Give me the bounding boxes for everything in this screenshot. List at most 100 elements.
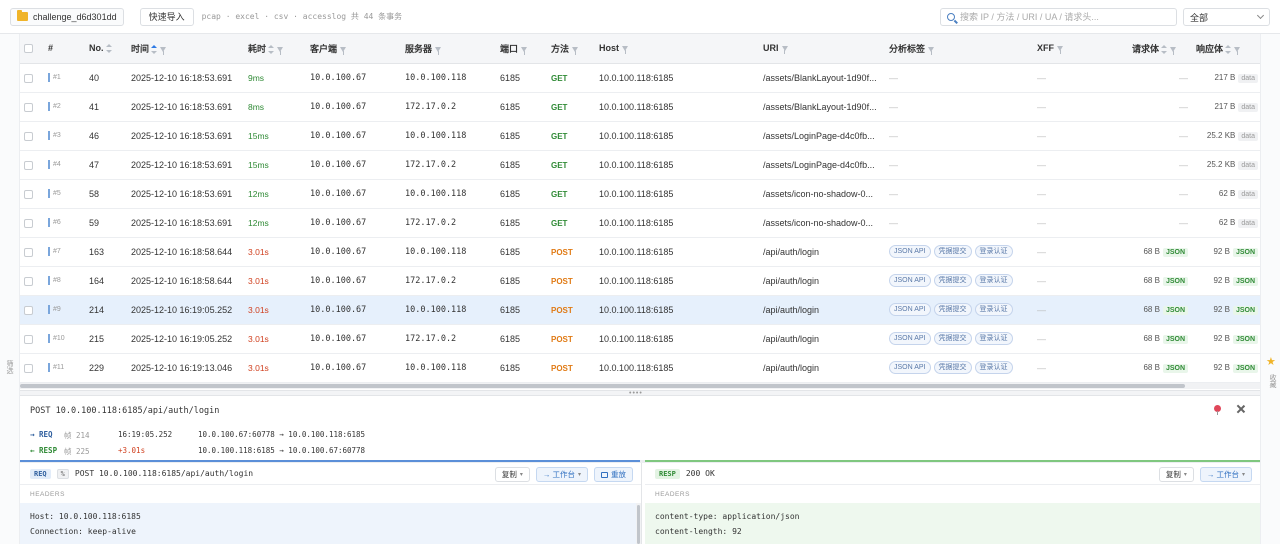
filter-select[interactable]: 全部 xyxy=(1183,8,1270,26)
resp-type-chip[interactable]: data xyxy=(1238,190,1258,199)
resp-type-chip[interactable]: JSON xyxy=(1232,277,1258,286)
resp-type-chip[interactable]: JSON xyxy=(1232,306,1258,315)
header-host[interactable]: Host xyxy=(595,34,759,64)
table-row[interactable]: #3 46 2025-12-10 16:18:53.691 15ms 10.0.… xyxy=(20,121,1260,151)
header-server[interactable]: 服务器 xyxy=(401,34,496,64)
req-workbench-button[interactable]: → 工作台 ▾ xyxy=(535,467,588,482)
filter-icon[interactable] xyxy=(1170,46,1177,55)
analysis-tag[interactable]: JSON API xyxy=(889,361,931,374)
header-resp-body[interactable]: 响应体 xyxy=(1192,34,1260,64)
header-select-all[interactable] xyxy=(20,34,44,64)
pin-icon[interactable] xyxy=(1214,405,1221,415)
row-checkbox[interactable] xyxy=(24,218,33,228)
analysis-tag[interactable]: JSON API xyxy=(889,332,931,345)
row-select-cell[interactable] xyxy=(20,92,44,122)
resp-type-chip[interactable]: data xyxy=(1238,219,1258,228)
header-port[interactable]: 端口 xyxy=(496,34,547,64)
analysis-tag[interactable]: 登录认证 xyxy=(974,303,1013,316)
row-checkbox[interactable] xyxy=(24,247,33,257)
header-time[interactable]: 时间 xyxy=(127,34,244,64)
header-xff[interactable]: XFF xyxy=(1033,34,1128,64)
resp-type-chip[interactable]: data xyxy=(1238,74,1258,83)
table-row[interactable]: #4 47 2025-12-10 16:18:53.691 15ms 10.0.… xyxy=(20,150,1260,180)
req-type-chip[interactable]: JSON xyxy=(1162,335,1188,344)
analysis-tag[interactable]: 凭据提交 xyxy=(933,274,972,287)
row-checkbox[interactable] xyxy=(24,334,33,344)
filter-icon[interactable] xyxy=(572,46,579,55)
header-uri[interactable]: URI xyxy=(759,34,885,64)
search-input[interactable] xyxy=(960,12,1160,22)
row-checkbox[interactable] xyxy=(24,102,33,112)
analysis-tag[interactable]: 凭据提交 xyxy=(933,303,972,316)
header-req-body[interactable]: 请求体 xyxy=(1128,34,1192,64)
sort-icon[interactable] xyxy=(268,44,275,54)
table-row[interactable]: #11 229 2025-12-10 16:19:13.046 3.01s 10… xyxy=(20,353,1260,383)
filter-icon[interactable] xyxy=(781,46,788,55)
filter-icon[interactable] xyxy=(928,46,935,55)
quick-import-button[interactable]: 快速导入 xyxy=(139,7,194,26)
row-select-cell[interactable] xyxy=(20,295,44,325)
table-row[interactable]: #5 58 2025-12-10 16:18:53.691 12ms 10.0.… xyxy=(20,179,1260,209)
req-copy-button[interactable]: 复制 ▾ xyxy=(494,467,530,482)
header-tags[interactable]: 分析标签 xyxy=(885,34,1033,64)
replay-button[interactable]: 重放 xyxy=(594,467,633,482)
filter-icon[interactable] xyxy=(435,46,442,55)
resp-type-chip[interactable]: JSON xyxy=(1232,364,1258,373)
scrollbar-thumb[interactable] xyxy=(637,505,640,544)
header-client[interactable]: 客户端 xyxy=(306,34,401,64)
request-scrollbar[interactable] xyxy=(636,503,641,544)
filter-icon[interactable] xyxy=(277,46,284,55)
table-row[interactable]: #9 214 2025-12-10 16:19:05.252 3.01s 10.… xyxy=(20,295,1260,325)
filter-icon[interactable] xyxy=(1057,46,1063,55)
sort-icon[interactable] xyxy=(151,44,158,54)
row-select-cell[interactable] xyxy=(20,237,44,267)
resp-type-chip[interactable]: data xyxy=(1238,132,1258,141)
header-duration[interactable]: 耗时 xyxy=(244,34,306,64)
row-select-cell[interactable] xyxy=(20,150,44,180)
drag-handle-icon[interactable]: •••• xyxy=(629,390,643,397)
row-checkbox[interactable] xyxy=(24,160,33,170)
filter-icon[interactable] xyxy=(340,46,347,55)
req-type-chip[interactable]: JSON xyxy=(1162,306,1188,315)
search-box[interactable] xyxy=(940,8,1177,26)
right-rail[interactable]: ★ 收藏 xyxy=(1260,34,1280,544)
resp-type-chip[interactable]: data xyxy=(1238,103,1258,112)
row-select-cell[interactable] xyxy=(20,63,44,93)
row-checkbox[interactable] xyxy=(24,131,33,141)
table-row[interactable]: #8 164 2025-12-10 16:18:58.644 3.01s 10.… xyxy=(20,266,1260,296)
resp-type-chip[interactable]: data xyxy=(1238,161,1258,170)
row-select-cell[interactable] xyxy=(20,179,44,209)
sort-icon[interactable] xyxy=(1225,44,1232,54)
percent-toggle[interactable]: % xyxy=(56,468,69,479)
analysis-tag[interactable]: 凭据提交 xyxy=(933,361,972,374)
row-checkbox[interactable] xyxy=(24,305,33,315)
row-select-cell[interactable] xyxy=(20,353,44,383)
filter-icon[interactable] xyxy=(521,46,528,55)
table-row[interactable]: #6 59 2025-12-10 16:18:53.691 12ms 10.0.… xyxy=(20,208,1260,238)
resp-type-chip[interactable]: JSON xyxy=(1232,248,1258,257)
analysis-tag[interactable]: JSON API xyxy=(889,274,931,287)
analysis-tag[interactable]: JSON API xyxy=(889,245,931,258)
scrollbar-thumb[interactable] xyxy=(20,384,1185,388)
row-select-cell[interactable] xyxy=(20,324,44,354)
filter-icon[interactable] xyxy=(160,46,167,55)
req-type-chip[interactable]: JSON xyxy=(1162,364,1188,373)
header-no[interactable]: No. xyxy=(85,34,127,64)
analysis-tag[interactable]: JSON API xyxy=(889,303,931,316)
req-type-chip[interactable]: JSON xyxy=(1162,248,1188,257)
sort-icon[interactable] xyxy=(105,44,112,54)
row-select-cell[interactable] xyxy=(20,121,44,151)
header-method[interactable]: 方法 xyxy=(547,34,595,64)
analysis-tag[interactable]: 凭据提交 xyxy=(933,245,972,258)
close-icon[interactable] xyxy=(1235,403,1247,415)
sort-icon[interactable] xyxy=(1161,44,1168,54)
row-checkbox[interactable] xyxy=(24,276,33,286)
left-rail[interactable]: 筛选 xyxy=(0,34,20,544)
req-type-chip[interactable]: JSON xyxy=(1162,277,1188,286)
row-checkbox[interactable] xyxy=(24,189,33,199)
file-chip[interactable]: challenge_d6d301dd xyxy=(10,7,124,26)
row-select-cell[interactable] xyxy=(20,208,44,238)
table-horizontal-scrollbar[interactable] xyxy=(20,383,1260,389)
row-checkbox[interactable] xyxy=(24,363,33,373)
analysis-tag[interactable]: 登录认证 xyxy=(974,274,1013,287)
